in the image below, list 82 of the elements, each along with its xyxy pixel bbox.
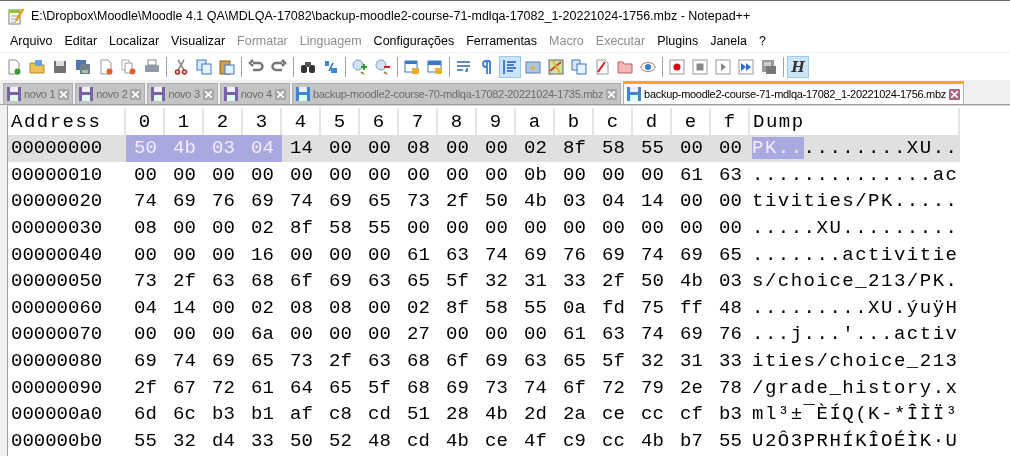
menu-item[interactable]: Arquivo <box>4 34 59 48</box>
byte-cell: 55 <box>633 135 672 162</box>
close-icon[interactable] <box>202 88 214 100</box>
hex-button[interactable]: H <box>787 55 809 78</box>
indent-guide-button[interactable] <box>499 55 521 78</box>
dump-text: .....XU......... <box>752 217 959 240</box>
documents-icon <box>571 58 587 75</box>
fast-forward-icon <box>738 58 754 75</box>
map-icon <box>548 58 564 75</box>
dump-text: tivities/PK..... <box>752 190 959 213</box>
new-file-icon <box>6 58 22 75</box>
menu-item[interactable]: Ferramentas <box>460 34 544 48</box>
stop-icon <box>692 58 708 75</box>
play-icon <box>715 58 731 75</box>
close-icon[interactable] <box>948 88 960 100</box>
dump-text: ..............ac <box>752 163 959 186</box>
indent-guide-icon <box>502 58 518 75</box>
byte-cell: 08 <box>399 135 438 162</box>
close-icon[interactable] <box>606 88 618 100</box>
dump-text: ities/choice_213 <box>752 350 959 373</box>
menu-item[interactable]: ? <box>753 34 772 48</box>
byte-cell: 58 <box>594 135 633 162</box>
folder-icon <box>29 58 45 75</box>
notepad-icon <box>7 6 25 25</box>
byte-cell: 03 <box>204 135 243 162</box>
byte-cell: 4b <box>165 135 204 162</box>
window-lock-icon <box>404 58 420 75</box>
menu-item[interactable]: Editar <box>58 34 104 48</box>
folder-icon <box>617 58 633 75</box>
dump-text: U2Ô3PRHÍKÎOÉÌK·U <box>752 429 959 452</box>
menu-item[interactable]: Plugins <box>651 34 705 48</box>
byte-cell: 04 <box>243 135 282 162</box>
window-title: E:\Dropbox\Moodle\Moodle 4.1 QA\MDLQA-17082\backup-moodle2-course-71-mdlqa-17082_1-20221024-1756.mbz - Notepad++ <box>31 8 751 23</box>
close-icon[interactable] <box>130 88 142 100</box>
close-files-icon <box>121 58 137 75</box>
clipboard-icon <box>219 58 235 75</box>
dump-text: ml³±¯ÈÍQ(K-*ÎÌÏ³ <box>752 403 959 426</box>
byte-cell: 00 <box>321 135 360 162</box>
copy-icon <box>196 58 212 75</box>
close-icon[interactable] <box>274 88 286 100</box>
pen-document-icon <box>594 58 610 75</box>
address-cell: 00000000 <box>8 135 126 162</box>
window-lock-icon <box>427 58 443 75</box>
dump-text: ...j...'...activ <box>752 323 959 346</box>
menu-item[interactable]: Janela <box>704 34 753 48</box>
floppy-disks-icon <box>75 58 91 75</box>
byte-cell: 00 <box>711 135 750 162</box>
byte-cell: 50 <box>126 135 165 162</box>
tab-label: novo 1 <box>24 88 56 100</box>
byte-cell: 00 <box>477 135 516 162</box>
list-window-icon <box>761 58 777 75</box>
byte-cell: 02 <box>516 135 555 162</box>
dump-text: /grade_history.x <box>752 376 959 399</box>
tab-label: backup-moodle2-course-71-mdlqa-17082_1-20221024-1756.mbz <box>644 88 946 100</box>
menu-item[interactable]: Localizar <box>103 34 166 48</box>
tab-label: novo 3 <box>168 88 200 100</box>
tab-label: novo 2 <box>96 88 128 100</box>
printer-icon <box>144 58 160 75</box>
close-file-icon <box>98 58 114 75</box>
dump-text: PK.. <box>752 137 804 160</box>
menu-item[interactable]: Visualizar <box>165 34 232 48</box>
word-wrap-icon <box>456 58 472 75</box>
zoom-in-icon <box>352 58 368 75</box>
dump-text: ........XU.. <box>803 137 959 160</box>
record-icon <box>669 58 685 75</box>
tab-label: backup-moodle2-course-70-mdlqa-17082-20221024-1735.mbz <box>312 88 604 100</box>
byte-cell: 00 <box>672 135 711 162</box>
dump-text: .........XU.ýuÿH <box>752 296 959 319</box>
byte-cell: 00 <box>438 135 477 162</box>
scissors-icon <box>173 58 189 75</box>
close-icon[interactable] <box>58 88 70 100</box>
dump-text: s/choice_213/PK. <box>752 270 959 293</box>
tab-label: novo 4 <box>240 88 272 100</box>
byte-cell: 14 <box>282 135 321 162</box>
lightning-window-icon <box>525 58 541 75</box>
zoom-out-icon <box>375 58 391 75</box>
byte-cell: 00 <box>360 135 399 162</box>
menu-item[interactable]: Configurações <box>367 34 461 48</box>
file-tab[interactable]: backup-moodle2-course-71-mdlqa-17082_1-20221024-1756.mbz <box>623 81 964 104</box>
byte-cell: 8f <box>555 135 594 162</box>
replace-icon <box>323 58 339 75</box>
dump-text: .......activitie <box>752 243 959 266</box>
